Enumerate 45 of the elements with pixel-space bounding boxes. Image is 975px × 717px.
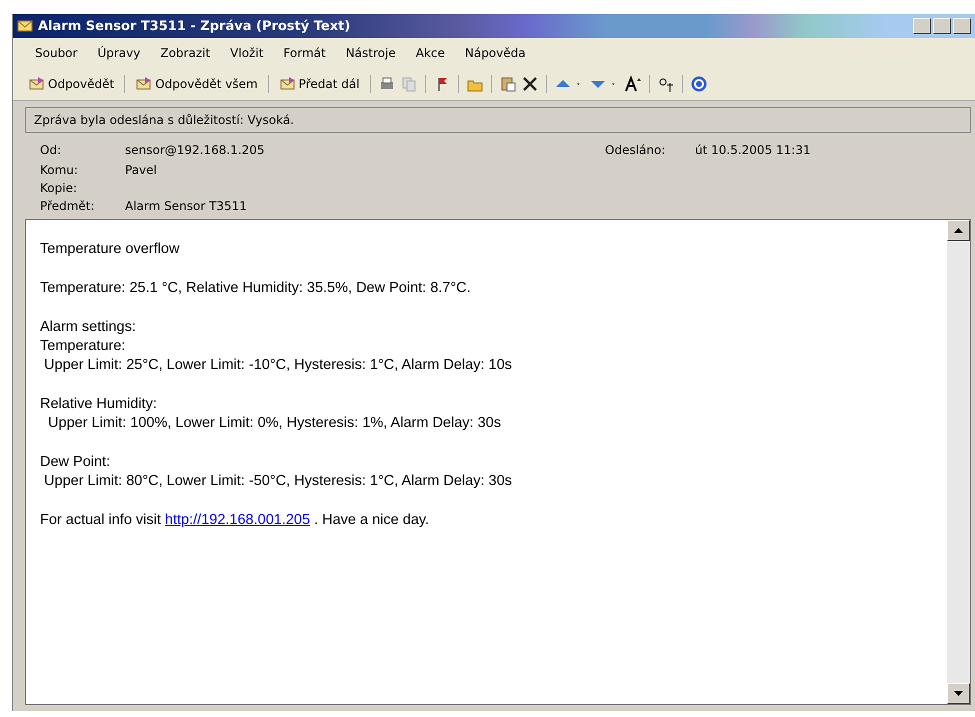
field-label: Kopie:: [40, 181, 78, 195]
menu-item[interactable]: Nápověda: [454, 43, 536, 63]
message-line: Temperature overflow: [40, 240, 180, 259]
menu-item[interactable]: Soubor: [25, 43, 88, 63]
envelope-icon: [17, 19, 33, 33]
toolbar-button[interactable]: Odpovědět: [25, 73, 118, 95]
delete-icon[interactable]: [520, 75, 539, 93]
menu-item[interactable]: Úpravy: [87, 43, 150, 63]
scroll-up-button[interactable]: [947, 220, 970, 241]
sent-date: út 10.5.2005 11:31: [695, 143, 812, 157]
url-link[interactable]: http://192.168.001.205: [164, 512, 310, 528]
toolbar-button[interactable]: Odpovědět všem: [132, 73, 261, 95]
message-line: Upper Limit: 100%, Lower Limit: 0%, Hysteresis: 1%, Alarm Delay: 30s: [47, 414, 502, 433]
menu-item[interactable]: Vložit: [220, 43, 274, 63]
close-button[interactable]: [953, 18, 971, 34]
scrollbar[interactable]: [947, 220, 970, 704]
scroll-down-button[interactable]: [947, 683, 970, 704]
message-line: Relative Humidity:: [40, 395, 158, 414]
field-label: Komu:: [40, 163, 79, 177]
maximize-button[interactable]: [933, 18, 951, 34]
sender-address: sensor@192.168.1.205: [125, 143, 266, 157]
minimize-button[interactable]: [913, 18, 931, 34]
field-label: Od:: [40, 143, 62, 157]
menu-item[interactable]: Nástroje: [336, 43, 406, 63]
message-line: Dew Point:: [40, 453, 112, 472]
message-line: Upper Limit: 80°C, Lower Limit: -50°C, Hysteresis: 1°C, Alarm Delay: 30s: [43, 472, 513, 491]
menu-item[interactable]: Akce: [406, 43, 455, 63]
window-title: Alarm Sensor T3511 - Zpráva (Prostý Text): [38, 18, 352, 34]
menu-item[interactable]: Zobrazit: [150, 43, 220, 63]
message-line: Temperature:: [40, 337, 126, 356]
down-arrow-icon: [954, 691, 963, 696]
field-label: Předmět:: [40, 199, 96, 213]
message-line: Temperature: 25.1 °C, Relative Humidity: 35.5%, Dew Point: 8.7°C.: [40, 279, 472, 298]
message-line: For actual info visit http://192.168.001.205 . Have a nice day.: [40, 511, 430, 530]
font-size-icon[interactable]: [624, 75, 642, 93]
menu-item[interactable]: Formát: [273, 43, 336, 63]
message-line: Alarm settings:: [40, 318, 137, 337]
field-value: Pavel: [125, 163, 158, 177]
field-label: Odesláno:: [605, 143, 666, 157]
importance-banner: Zpráva byla odeslána s důležitostí: Vysoká.: [25, 107, 971, 133]
toolbar-button[interactable]: Předat dál: [276, 73, 363, 95]
message-line: Upper Limit: 25°C, Lower Limit: -10°C, Hysteresis: 1°C, Alarm Delay: 10s: [43, 356, 513, 375]
up-arrow-icon: [954, 228, 963, 233]
paste-icon[interactable]: [498, 75, 517, 93]
field-value: Alarm Sensor T3511: [125, 199, 248, 213]
